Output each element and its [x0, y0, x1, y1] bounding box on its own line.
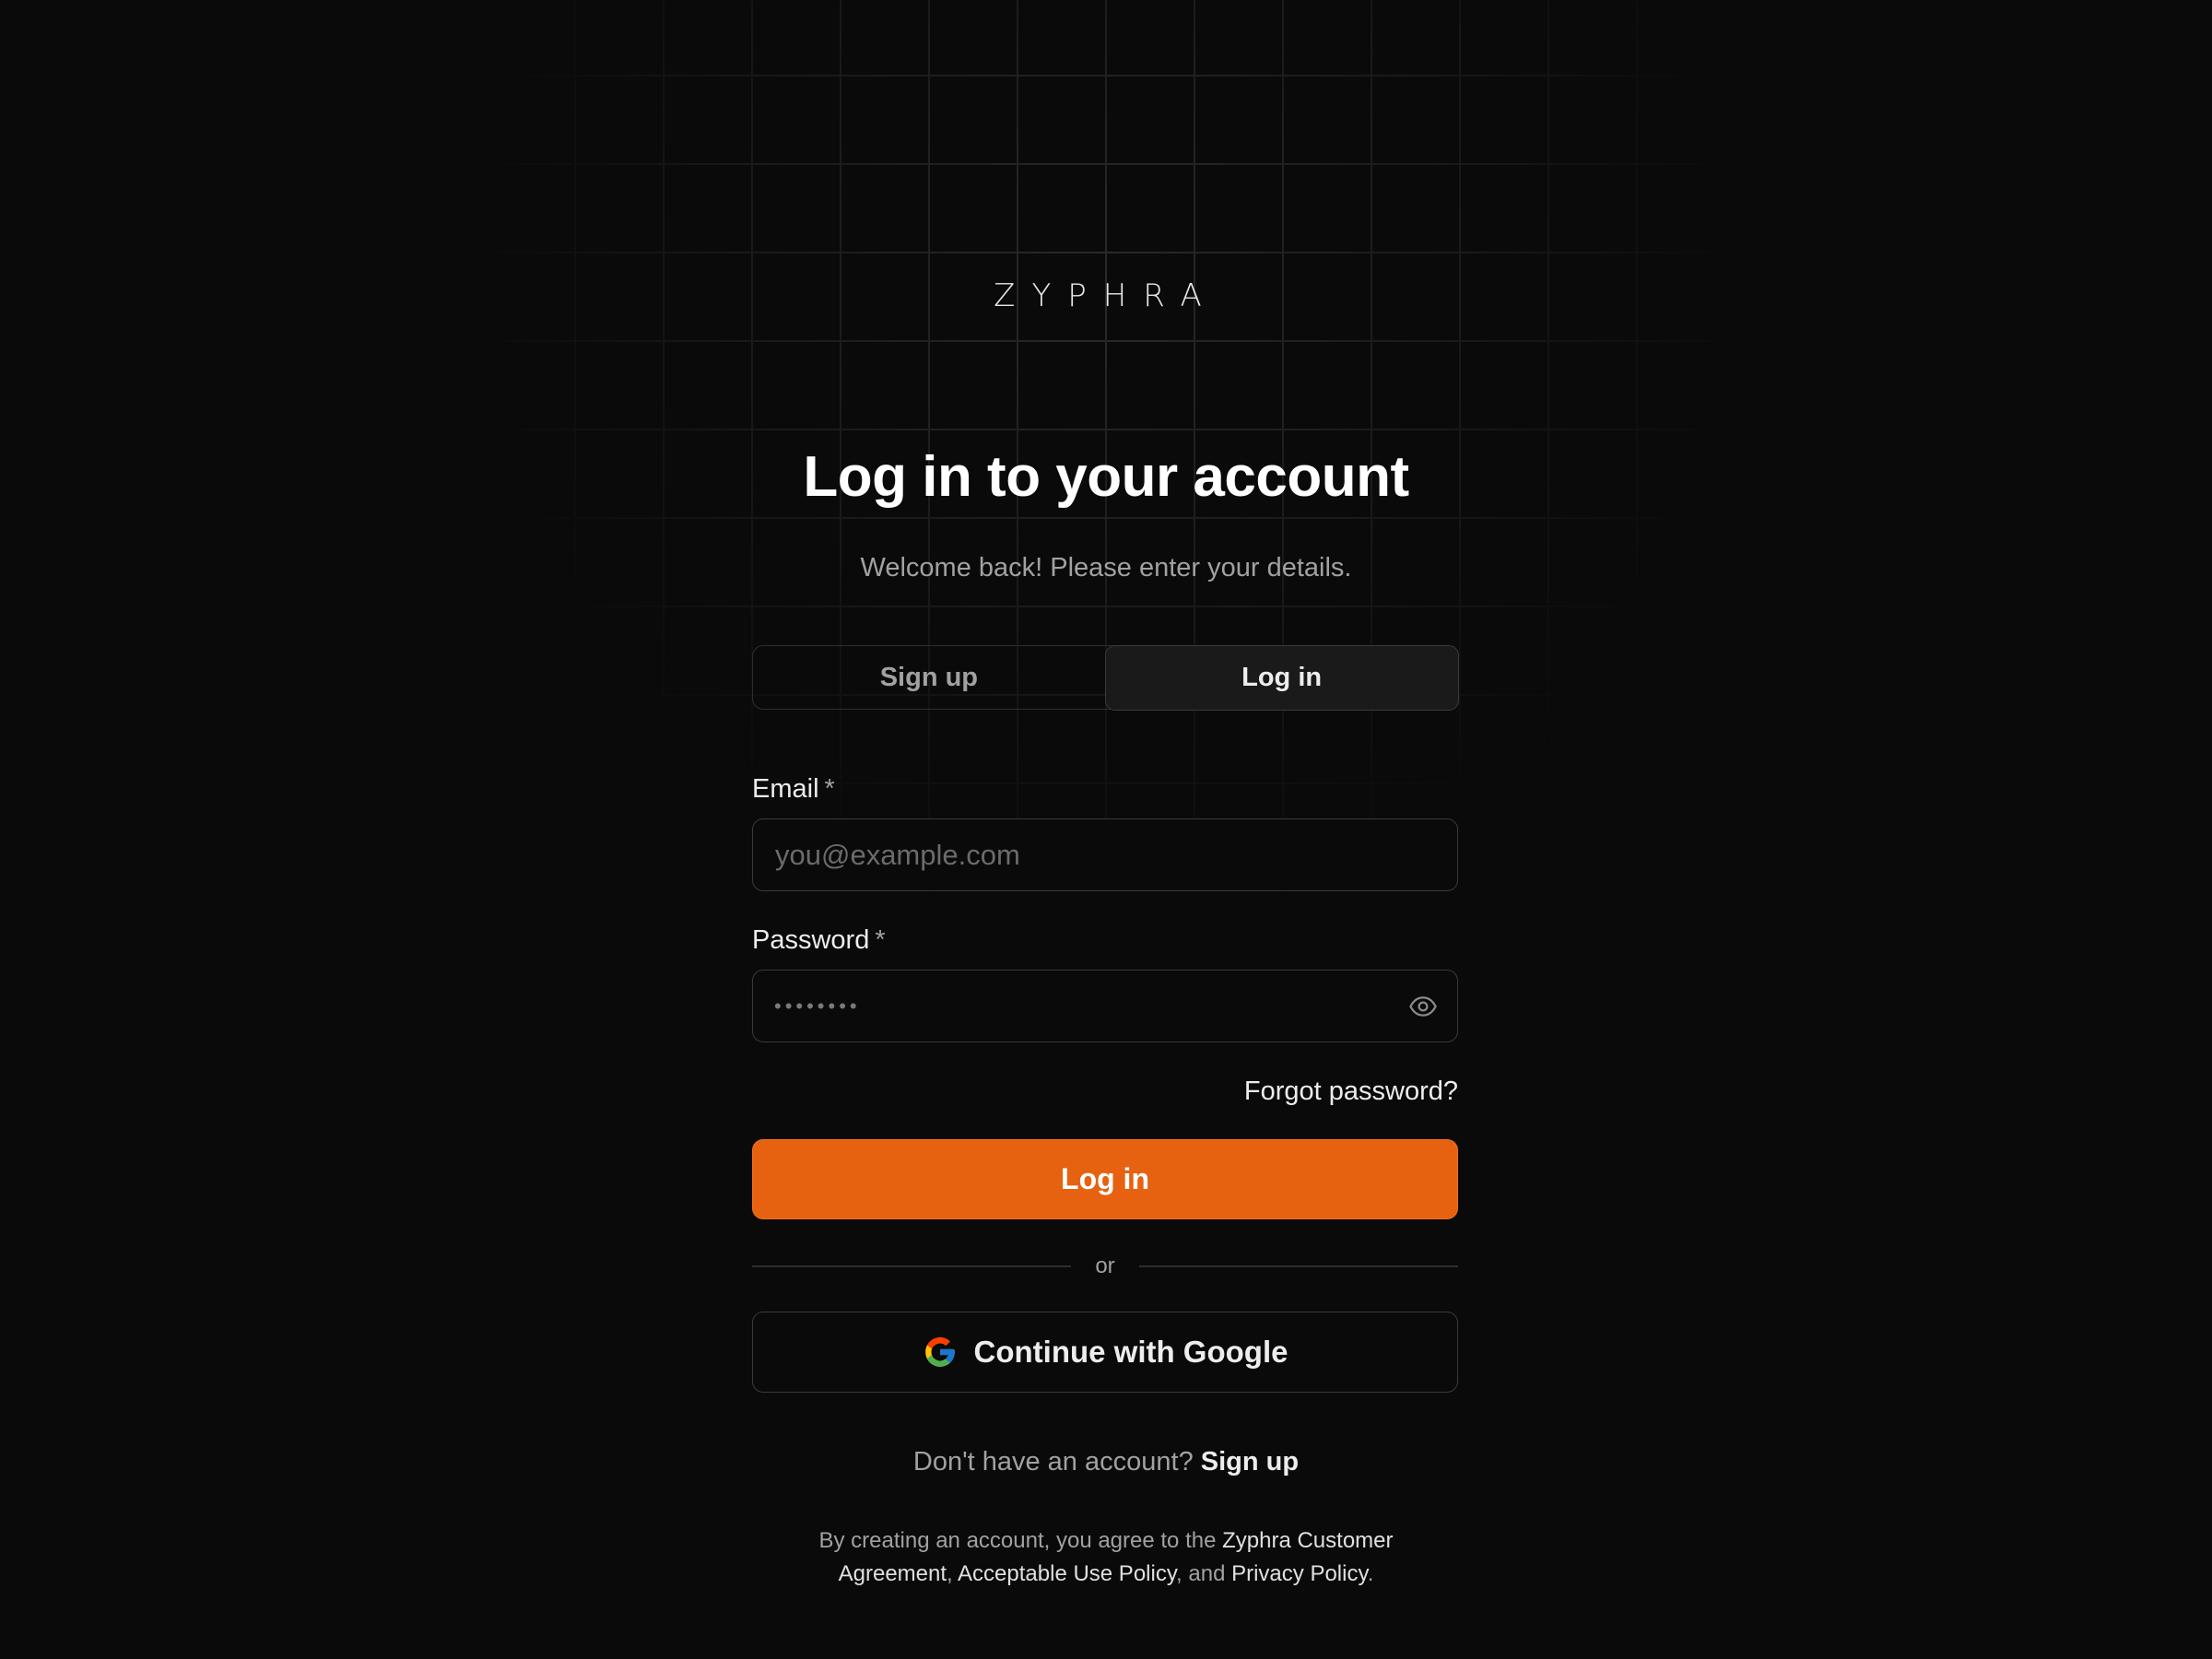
password-field: •••••••• [752, 970, 1458, 1042]
email-label: Email * [752, 771, 835, 807]
tab-log-in[interactable]: Log in [1104, 644, 1459, 711]
email-input[interactable] [752, 818, 1458, 891]
password-label-text: Password [752, 925, 870, 955]
legal-suffix: . [1367, 1561, 1374, 1586]
password-required-mark: * [875, 925, 886, 955]
tab-sign-up[interactable]: Sign up [753, 646, 1105, 709]
login-card: ZYPHRA Log in to your account Welcome ba… [752, 0, 1460, 1659]
eye-icon[interactable] [1408, 992, 1438, 1021]
login-page: ZYPHRA Log in to your account Welcome ba… [0, 0, 2212, 1659]
divider-text: or [1095, 1253, 1115, 1278]
divider-line-right [1138, 1265, 1458, 1267]
signup-link[interactable]: Sign up [1201, 1447, 1299, 1477]
login-button[interactable]: Log in [752, 1139, 1458, 1219]
acceptable-use-policy-link[interactable]: Acceptable Use Policy [958, 1561, 1176, 1586]
signup-prompt-text: Don't have an account? [912, 1447, 1194, 1477]
auth-tabs: Sign up Log in [752, 644, 1459, 711]
continue-with-google-button[interactable]: Continue with Google [752, 1312, 1458, 1393]
email-label-text: Email [752, 774, 819, 804]
divider-line-left [752, 1265, 1072, 1267]
forgot-password-link[interactable]: Forgot password? [1244, 1073, 1458, 1110]
page-subtitle: Welcome back! Please enter your details. [860, 553, 1352, 582]
google-icon [924, 1337, 955, 1367]
or-divider: or [752, 1250, 1458, 1283]
password-label: Password * [752, 922, 886, 959]
legal-prefix: By creating an account, you agree to the [818, 1528, 1223, 1553]
privacy-policy-link[interactable]: Privacy Policy [1231, 1561, 1368, 1586]
zyphra-wordmark: ZYPHRA [994, 277, 1218, 314]
signup-prompt: Don't have an account? Sign up [752, 1443, 1460, 1480]
email-required-mark: * [824, 774, 835, 804]
page-title: Log in to your account [803, 445, 1409, 509]
brand-logo: ZYPHRA [752, 273, 1460, 315]
legal-separator-2: , and [1176, 1561, 1232, 1586]
legal-separator-1: , [947, 1561, 959, 1586]
logo-text: ZYPHRA [994, 277, 1218, 314]
google-button-label: Continue with Google [973, 1335, 1288, 1369]
password-input[interactable] [752, 970, 1458, 1042]
legal-notice: By creating an account, you agree to the… [780, 1524, 1432, 1591]
